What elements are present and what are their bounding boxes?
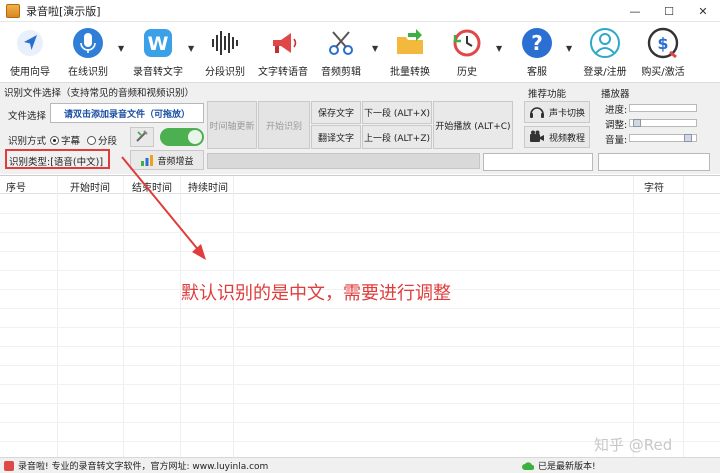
status-left: 录音啦! 专业的录音转文字软件，官方网址: www.luyinla.com — [4, 459, 268, 472]
watermark: 知乎 @Red — [594, 436, 673, 454]
cloud-update-icon — [522, 461, 534, 471]
annotation-arrow — [121, 156, 206, 260]
status-bar: 录音啦! 专业的录音转文字软件，官方网址: www.luyinla.com 已是… — [0, 457, 720, 473]
app-small-icon — [4, 460, 14, 471]
status-right: 已是最新版本! — [522, 459, 596, 472]
annotation-text: 默认识别的是中文，需要进行调整 — [181, 283, 451, 304]
